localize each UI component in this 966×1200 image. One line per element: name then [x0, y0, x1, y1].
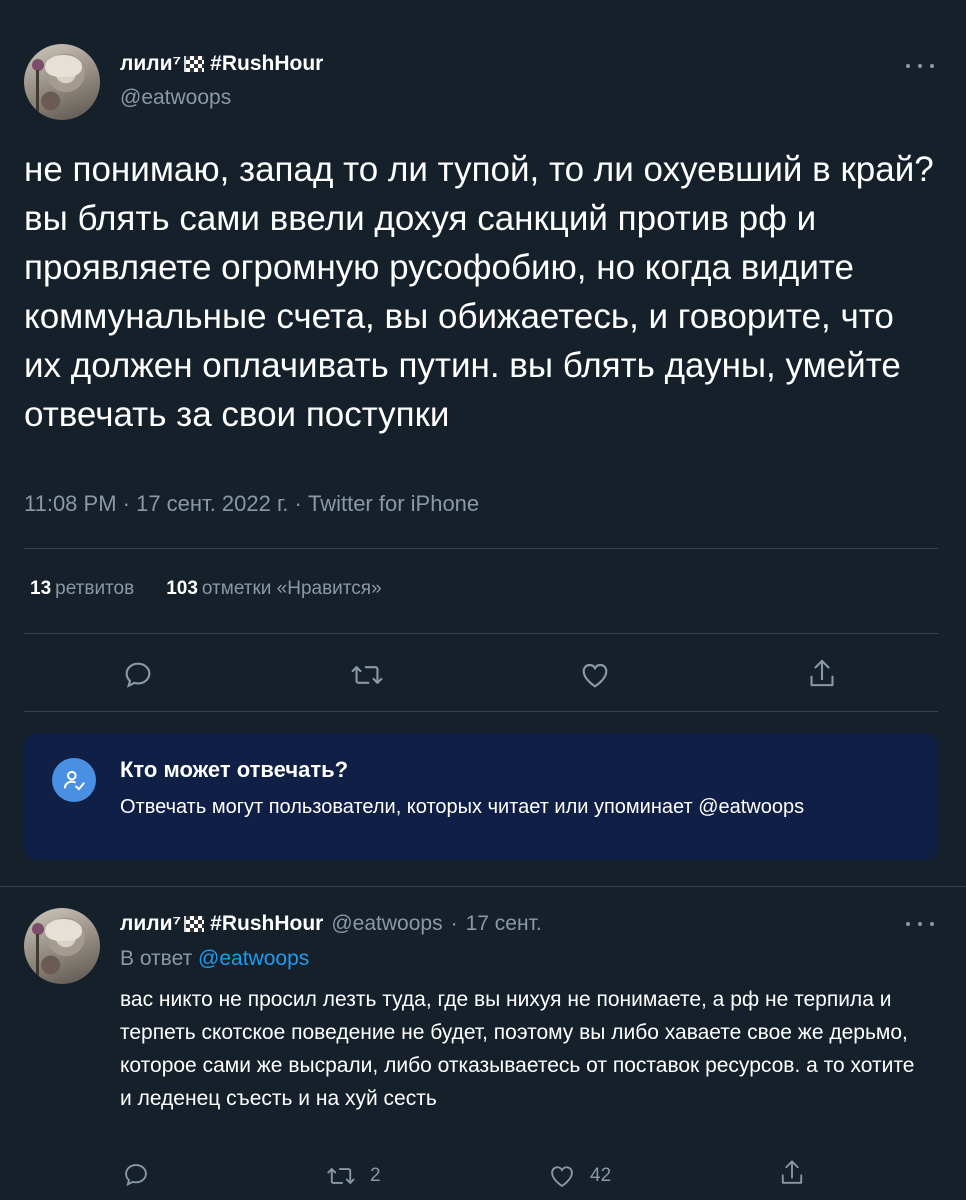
reply-button[interactable] — [122, 659, 154, 691]
share-icon — [810, 659, 834, 687]
likes-stat[interactable]: 103 отметки «Нравится» — [166, 578, 381, 600]
section-divider — [0, 886, 966, 887]
tweet-timestamp[interactable]: 11:08 PM · 17 сент. 2022 г. · Twitter fo… — [24, 491, 479, 517]
replying-to: В ответ @eatwoops — [120, 947, 309, 971]
reply-author-handle[interactable]: @eatwoops — [331, 912, 442, 936]
reply-author-hashtag: #RushHour — [210, 912, 324, 935]
reply-text: вас никто не просил лезть туда, где вы н… — [120, 988, 921, 1110]
reply-separator: · — [450, 912, 458, 935]
who-can-reply-title: Кто может отвечать? — [120, 757, 349, 782]
like-button[interactable] — [579, 659, 611, 691]
reply-share-button[interactable] — [778, 1158, 806, 1188]
reply-author-avatar[interactable] — [24, 908, 100, 984]
who-can-reply-box: Кто может отвечать? Отвечать могут польз… — [24, 733, 938, 860]
retweet-button[interactable] — [350, 659, 384, 691]
checkered-flag-icon — [184, 916, 205, 932]
tweet-text: не понимаю, запад то ли тупой, то ли оху… — [24, 150, 934, 434]
retweet-icon — [351, 666, 383, 684]
more-options-icon[interactable] — [906, 62, 934, 70]
reply-date[interactable]: 17 сент. — [466, 912, 542, 936]
reply-like-button[interactable]: 42 — [548, 1162, 611, 1190]
user-check-icon — [52, 758, 96, 802]
tweet-stats: 13 ретвитов 103 отметки «Нравится» — [30, 578, 382, 600]
heart-icon — [551, 1166, 573, 1188]
retweets-stat[interactable]: 13 ретвитов — [30, 578, 134, 600]
author-avatar[interactable] — [24, 44, 100, 120]
reply-retweet-count: 2 — [370, 1165, 381, 1186]
reply-icon — [125, 1164, 147, 1187]
author-handle-line: @eatwoops — [120, 86, 231, 110]
likes-label: отметки «Нравится» — [201, 578, 382, 599]
author-handle[interactable]: @eatwoops — [120, 86, 231, 110]
reply-icon — [125, 662, 151, 688]
share-icon — [781, 1160, 803, 1184]
reply-like-count: 42 — [590, 1165, 612, 1186]
divider — [24, 633, 938, 634]
replying-to-mention[interactable]: @eatwoops — [198, 947, 309, 970]
reply-reply-button[interactable] — [122, 1161, 150, 1189]
retweet-icon — [327, 1168, 355, 1184]
heart-icon — [582, 663, 608, 688]
replying-to-prefix: В ответ — [120, 947, 193, 970]
reply-author-display-name[interactable]: лили⁷ — [120, 912, 181, 936]
author-display-name[interactable]: лили⁷ — [120, 52, 181, 76]
share-button[interactable] — [806, 657, 838, 691]
reply-author-line: лили⁷ #RushHour @eatwoops · 17 сент. — [120, 912, 542, 936]
tweet-detail-page: лили⁷ #RushHour @eatwoops не понимаю, за… — [0, 0, 966, 1200]
divider — [24, 548, 938, 549]
likes-count: 103 — [166, 578, 198, 599]
author-name-hashtag: #RushHour — [210, 52, 324, 75]
checkered-flag-icon — [184, 56, 205, 72]
retweets-label: ретвитов — [55, 578, 135, 599]
divider — [24, 711, 938, 712]
who-can-reply-description: Отвечать могут пользователи, которых чит… — [120, 796, 805, 818]
author-name-line[interactable]: лили⁷ #RushHour — [120, 52, 323, 76]
retweets-count: 13 — [30, 578, 52, 599]
reply-more-options-icon[interactable] — [906, 920, 934, 928]
reply-retweet-button[interactable]: 2 — [326, 1162, 381, 1190]
